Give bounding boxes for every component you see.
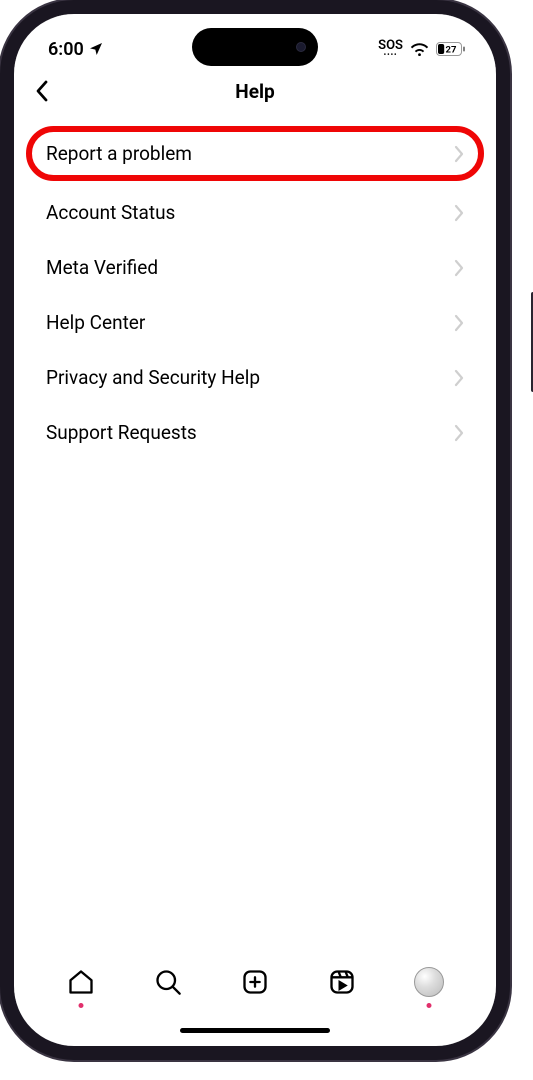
phone-frame: 6:00 SOS •••• — [0, 0, 510, 1060]
menu-item-help-center[interactable]: Help Center — [26, 295, 484, 350]
tab-profile[interactable] — [409, 962, 449, 1002]
tab-home[interactable] — [61, 962, 101, 1002]
sos-indicator: SOS •••• — [378, 40, 403, 58]
chevron-right-icon — [454, 204, 464, 222]
wifi-icon — [410, 42, 429, 56]
chevron-right-icon — [454, 259, 464, 277]
notification-dot — [79, 1003, 84, 1008]
menu-item-meta-verified[interactable]: Meta Verified — [26, 240, 484, 295]
menu-item-label: Meta Verified — [46, 256, 158, 279]
menu-item-privacy-security[interactable]: Privacy and Security Help — [26, 350, 484, 405]
menu-item-label: Privacy and Security Help — [46, 366, 260, 389]
nav-header: Help — [14, 70, 496, 112]
menu-item-report-problem[interactable]: Report a problem — [26, 126, 484, 181]
status-time: 6:00 — [48, 39, 84, 60]
create-icon — [241, 968, 269, 996]
reels-icon — [328, 968, 356, 996]
menu-item-label: Support Requests — [46, 421, 197, 444]
tab-create[interactable] — [235, 962, 275, 1002]
tab-reels[interactable] — [322, 962, 362, 1002]
screen: 6:00 SOS •••• — [14, 14, 496, 1046]
back-button[interactable] — [26, 75, 58, 107]
menu-item-label: Help Center — [46, 311, 145, 334]
tab-search[interactable] — [148, 962, 188, 1002]
home-indicator-bar[interactable] — [14, 1014, 496, 1046]
chevron-right-icon — [454, 314, 464, 332]
menu-item-account-status[interactable]: Account Status — [26, 185, 484, 240]
profile-avatar — [414, 967, 444, 997]
location-icon — [88, 41, 104, 57]
chevron-right-icon — [454, 424, 464, 442]
dynamic-island — [192, 28, 318, 66]
battery-icon: 27 — [436, 42, 466, 56]
notification-dot — [426, 1003, 431, 1008]
chevron-left-icon — [35, 79, 49, 103]
bottom-nav — [14, 950, 496, 1014]
home-icon — [67, 968, 95, 996]
menu-item-label: Report a problem — [46, 142, 192, 165]
menu-list: Report a problem Account Status Meta Ver… — [14, 112, 496, 950]
search-icon — [154, 968, 182, 996]
chevron-right-icon — [454, 145, 464, 163]
page-title: Help — [26, 80, 484, 103]
chevron-right-icon — [454, 369, 464, 387]
svg-text:27: 27 — [446, 44, 457, 55]
menu-item-support-requests[interactable]: Support Requests — [26, 405, 484, 460]
menu-item-label: Account Status — [46, 201, 175, 224]
